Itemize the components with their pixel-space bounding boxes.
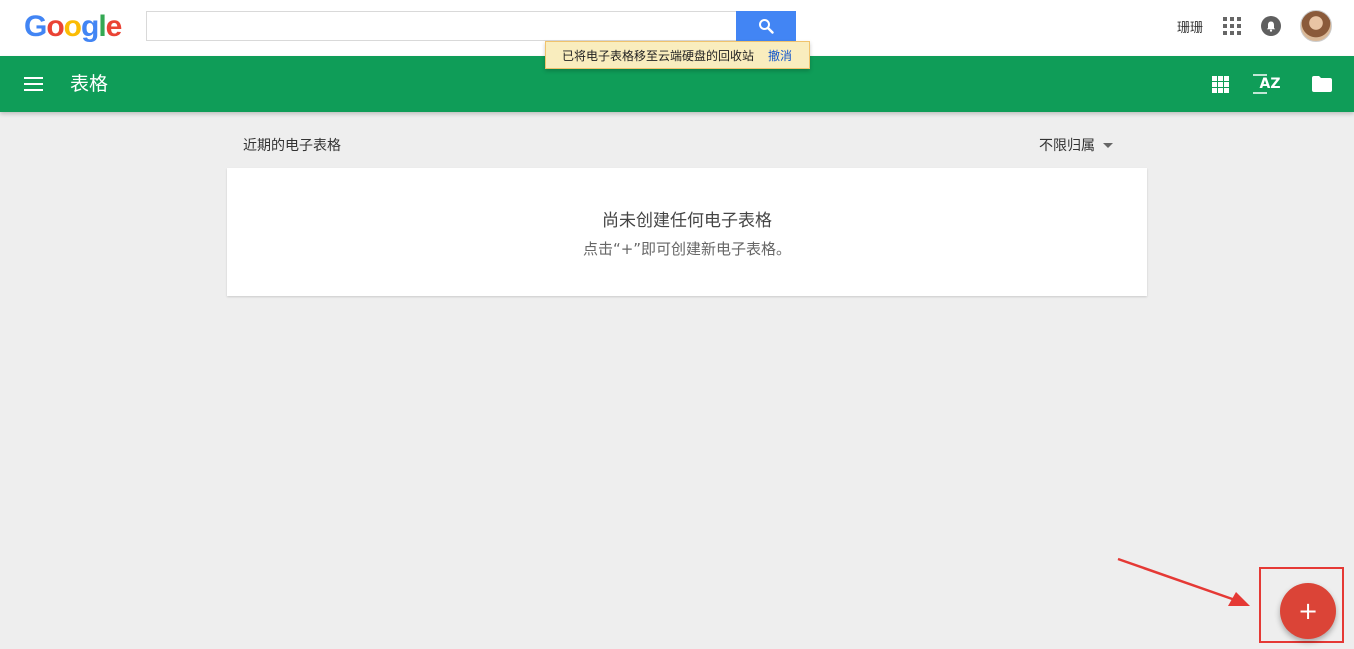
owner-filter-dropdown[interactable]: 不限归属 (1039, 135, 1113, 155)
undo-link[interactable]: 撤消 (768, 47, 792, 64)
search-box (146, 11, 796, 41)
plus-icon: + (1297, 597, 1319, 625)
google-logo[interactable]: Google (24, 10, 123, 44)
search-icon (759, 19, 774, 34)
owner-filter-label: 不限归属 (1039, 138, 1095, 154)
empty-state-title: 尚未创建任何电子表格 (602, 211, 772, 231)
dropdown-caret-icon (1103, 142, 1113, 148)
user-name-link[interactable]: 珊珊 (1177, 17, 1203, 36)
folder-icon[interactable] (1310, 72, 1334, 96)
logo-letter: g (81, 10, 99, 43)
section-title: 近期的电子表格 (243, 138, 341, 154)
search-input[interactable] (146, 11, 736, 41)
empty-state-subtitle: 点击“+”即可创建新电子表格。 (582, 240, 792, 258)
search-button[interactable] (736, 11, 796, 41)
apps-grid-icon[interactable] (1223, 17, 1241, 35)
trash-toast: 已将电子表格移至云端硬盘的回收站 撤消 (545, 41, 810, 69)
toast-message: 已将电子表格移至云端硬盘的回收站 (562, 48, 755, 63)
logo-letter: o (63, 10, 82, 43)
recent-sheets-header: 近期的电子表格 不限归属 (243, 135, 1113, 155)
hamburger-menu-icon[interactable] (24, 77, 43, 91)
account-area: 珊珊 (1177, 10, 1332, 42)
logo-letter: o (46, 10, 64, 43)
bell-icon[interactable] (1261, 16, 1281, 36)
logo-letter: G (24, 10, 47, 43)
logo-letter: l (98, 10, 106, 43)
create-spreadsheet-button[interactable]: + (1280, 583, 1336, 639)
app-title: 表格 (70, 73, 109, 95)
sort-az-icon[interactable]: AZ (1252, 72, 1282, 96)
logo-letter: e (105, 10, 123, 43)
grid-view-icon[interactable] (1208, 72, 1232, 96)
empty-state-card: 尚未创建任何电子表格 点击“+”即可创建新电子表格。 (227, 168, 1147, 296)
avatar[interactable] (1300, 10, 1332, 42)
